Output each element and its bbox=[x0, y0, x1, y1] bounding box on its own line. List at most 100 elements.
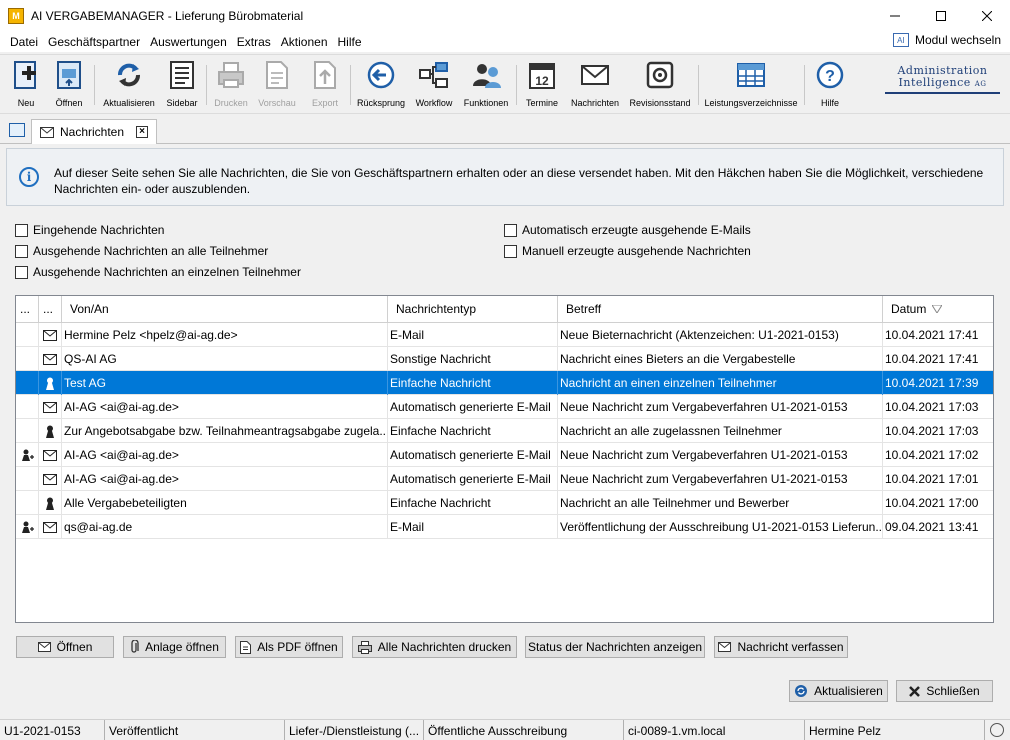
safe-icon bbox=[644, 59, 676, 91]
open-pdf-button[interactable]: Als PDF öffnen bbox=[235, 636, 343, 658]
print-label: Drucken bbox=[214, 98, 248, 108]
table-row[interactable]: qs@ai-ag.de E-Mail Veröffentlichung der Au… bbox=[16, 515, 993, 539]
filter-label: Ausgehende Nachrichten an alle Teilnehme… bbox=[33, 244, 269, 258]
datum-cell: 10.04.2021 17:01 bbox=[885, 472, 979, 486]
filter-ausgehende-alle[interactable]: Ausgehende Nachrichten an alle Teilnehme… bbox=[15, 244, 268, 258]
datum-cell: 10.04.2021 17:03 bbox=[885, 400, 979, 414]
filter-automatisch[interactable]: Automatisch erzeugte ausgehende E-Mails bbox=[504, 223, 751, 237]
column-header-von-an[interactable]: Von/An bbox=[62, 296, 388, 323]
open-attachment-button[interactable]: Anlage öffnen bbox=[123, 636, 226, 658]
von-an-cell: AI-AG <ai@ai-ag.de> bbox=[62, 467, 388, 491]
calendar-button[interactable]: 12 Termine bbox=[523, 59, 561, 108]
table-icon bbox=[735, 59, 767, 91]
flag-cell bbox=[16, 371, 39, 395]
help-button[interactable]: ? Hilfe bbox=[811, 59, 849, 108]
print-all-label: Alle Nachrichten drucken bbox=[377, 640, 512, 654]
show-status-button[interactable]: Status der Nachrichten anzeigen bbox=[525, 636, 705, 658]
close-button[interactable]: Schließen bbox=[896, 680, 993, 702]
refresh-bottom-button[interactable]: Aktualisieren bbox=[789, 680, 888, 702]
new-button[interactable]: Neu bbox=[11, 59, 41, 108]
tab-close-icon[interactable]: × bbox=[136, 126, 149, 138]
flag-cell bbox=[16, 419, 39, 443]
checkbox[interactable] bbox=[15, 265, 28, 279]
leistungsverzeichnisse-label: Leistungsverzeichnisse bbox=[704, 98, 798, 108]
von-an-cell: Test AG bbox=[62, 371, 388, 395]
toolbar-separator bbox=[350, 65, 351, 105]
workflow-icon bbox=[418, 59, 450, 91]
status-leistung: Liefer-/Dienstleistung (... bbox=[285, 720, 424, 740]
menu-geschaeftspartner[interactable]: Geschäftspartner bbox=[43, 35, 145, 49]
modul-wechseln-button[interactable]: AI Modul wechseln bbox=[892, 33, 1001, 47]
checkbox[interactable] bbox=[15, 244, 28, 258]
nachrichtentyp-cell: Automatisch generierte E-Mail bbox=[388, 395, 558, 419]
print-all-button[interactable]: Alle Nachrichten drucken bbox=[352, 636, 517, 658]
tab-nachrichten[interactable]: Nachrichten × bbox=[31, 119, 158, 144]
messages-button[interactable]: Nachrichten bbox=[569, 59, 621, 108]
maximize-button[interactable] bbox=[918, 0, 964, 31]
window-title: AI VERGABEMANAGER - Lieferung Bürobmater… bbox=[31, 8, 304, 23]
tab-home-icon[interactable] bbox=[9, 123, 25, 137]
flag-cell bbox=[16, 443, 39, 467]
print-icon bbox=[215, 59, 247, 91]
minimize-button[interactable] bbox=[872, 0, 918, 31]
datum-cell: 10.04.2021 17:03 bbox=[885, 424, 979, 438]
filter-ausgehende-einzelne[interactable]: Ausgehende Nachrichten an einzelnen Teil… bbox=[15, 265, 301, 279]
table-row[interactable]: QS-AI AG Sonstige Nachricht Nachricht eine… bbox=[16, 347, 993, 371]
von-an-cell: AI-AG <ai@ai-ag.de> bbox=[62, 395, 388, 419]
open-button[interactable]: Öffnen bbox=[53, 59, 85, 108]
mail-icon bbox=[37, 642, 51, 652]
column-header-betreff[interactable]: Betreff bbox=[558, 296, 883, 323]
checkbox[interactable] bbox=[504, 223, 517, 237]
type-icon-cell bbox=[39, 443, 62, 467]
print-button[interactable]: Drucken bbox=[213, 59, 249, 108]
document-icon bbox=[240, 640, 252, 654]
status-verfahren: Öffentliche Ausschreibung bbox=[424, 720, 624, 740]
table-row[interactable]: Alle Vergabebeteiligten Einfache Nachrich… bbox=[16, 491, 993, 515]
menu-hilfe[interactable]: Hilfe bbox=[333, 35, 367, 49]
checkbox[interactable] bbox=[15, 223, 28, 237]
export-button[interactable]: Export bbox=[309, 59, 341, 108]
column-header-flag[interactable]: ... bbox=[16, 296, 39, 323]
compose-message-button[interactable]: Nachricht verfassen bbox=[714, 636, 848, 658]
datum-cell: 09.04.2021 13:41 bbox=[885, 520, 979, 534]
revision-button[interactable]: Revisionsstand bbox=[629, 59, 691, 108]
preview-button[interactable]: Vorschau bbox=[258, 59, 296, 108]
sidebar-button[interactable]: Sidebar bbox=[165, 59, 199, 108]
column-header-type-icon[interactable]: ... bbox=[39, 296, 62, 323]
mail-icon bbox=[43, 329, 57, 341]
nachrichtentyp-cell: Sonstige Nachricht bbox=[388, 347, 558, 371]
betreff-cell: Veröffentlichung der Ausschreibung U1-20… bbox=[558, 515, 883, 539]
betreff-cell: Nachricht an alle Teilnehmer und Bewerbe… bbox=[558, 491, 883, 515]
refresh-button[interactable]: Aktualisieren bbox=[101, 59, 157, 108]
window-controls bbox=[872, 0, 1010, 31]
filter-eingehende[interactable]: Eingehende Nachrichten bbox=[15, 223, 164, 237]
table-row[interactable]: Test AG Einfache Nachricht Nachricht an ei… bbox=[16, 371, 993, 395]
leistungsverzeichnisse-button[interactable]: Leistungsverzeichnisse bbox=[704, 59, 798, 108]
betreff-cell: Neue Bieternachricht (Aktenzeichen: U1-2… bbox=[558, 323, 883, 347]
table-row[interactable]: Zur Angebotsabgabe bzw. Teilnahmeantrags… bbox=[16, 419, 993, 443]
menu-datei[interactable]: Datei bbox=[5, 35, 43, 49]
menu-extras[interactable]: Extras bbox=[232, 35, 276, 49]
column-header-nachrichtentyp[interactable]: Nachrichtentyp bbox=[388, 296, 558, 323]
betreff-cell: Neue Nachricht zum Vergabeverfahren U1-2… bbox=[558, 443, 883, 467]
status-aktenzeichen: U1-2021-0153 bbox=[0, 720, 105, 740]
close-window-button[interactable] bbox=[964, 0, 1010, 31]
functions-button[interactable]: Funktionen bbox=[463, 59, 509, 108]
menu-aktionen[interactable]: Aktionen bbox=[276, 35, 333, 49]
table-row[interactable]: AI-AG <ai@ai-ag.de> Automatisch generiert… bbox=[16, 467, 993, 491]
back-button[interactable]: Rücksprung bbox=[357, 59, 405, 108]
filter-manuell[interactable]: Manuell erzeugte ausgehende Nachrichten bbox=[504, 244, 751, 258]
flag-cell bbox=[16, 347, 39, 371]
betreff-cell: Nachricht eines Bieters an die Vergabest… bbox=[558, 347, 883, 371]
column-header-datum-label: Datum bbox=[891, 302, 927, 316]
table-row[interactable]: AI-AG <ai@ai-ag.de> Automatisch generiert… bbox=[16, 395, 993, 419]
status-bar: U1-2021-0153 Veröffentlicht Liefer-/Dien… bbox=[0, 719, 1010, 740]
table-row[interactable]: Hermine Pelz <hpelz@ai-ag.de> E-Mail Neue … bbox=[16, 323, 993, 347]
workflow-button[interactable]: Workflow bbox=[414, 59, 454, 108]
open-message-button[interactable]: Öffnen bbox=[16, 636, 114, 658]
messages-label: Nachrichten bbox=[570, 98, 620, 108]
menu-auswertungen[interactable]: Auswertungen bbox=[145, 35, 232, 49]
table-row[interactable]: AI-AG <ai@ai-ag.de> Automatisch generiert… bbox=[16, 443, 993, 467]
checkbox[interactable] bbox=[504, 244, 517, 258]
column-header-datum[interactable]: Datum bbox=[883, 296, 993, 323]
